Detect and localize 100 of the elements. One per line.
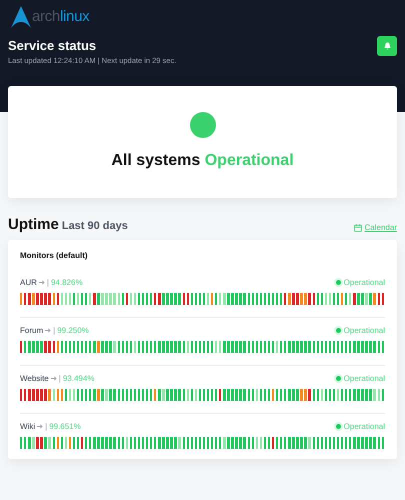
monitor-name[interactable]: Forum [20,326,44,335]
arrow-icon [45,328,52,333]
uptime-bar [284,341,286,353]
uptime-bar [89,389,92,401]
uptime-bar [122,341,124,353]
group-title: Monitors (default) [20,251,89,260]
uptime-bar [186,341,189,353]
uptime-bar [316,341,319,353]
uptime-bar [150,389,152,401]
arrow-icon [50,376,57,381]
uptime-bar [154,437,156,449]
monitor-status: Operational [344,278,385,287]
uptime-bar [382,437,384,449]
uptime-bar [382,341,384,353]
uptime-bar [248,389,250,401]
uptime-bar [56,389,59,401]
uptime-bar [122,389,124,401]
uptime-bar [219,293,222,305]
uptime-bar [280,293,282,305]
uptime-bar [85,389,88,401]
uptime-bar [252,293,254,305]
uptime-bar [252,341,254,353]
separator: | [58,374,61,383]
uptime-bar [89,341,92,353]
uptime-bar [345,293,348,305]
uptime-bar [219,389,222,401]
uptime-bar [24,293,26,305]
uptime-bar [248,437,250,449]
uptime-bar [52,389,55,401]
monitor-status: Operational [344,326,385,335]
uptime-bar [186,437,189,449]
separator: | [45,422,48,431]
uptime-bar [345,389,348,401]
uptime-bar [280,437,282,449]
uptime-bar [312,437,315,449]
uptime-bar [122,437,124,449]
notification-button[interactable] [377,36,397,56]
uptime-bar [382,293,384,305]
uptime-bar [56,437,59,449]
uptime-bar [182,437,185,449]
status-dot-icon [336,280,341,285]
period-label: Last 90 days [62,220,128,232]
uptime-bar [312,389,315,401]
uptime-bar [150,437,152,449]
uptime-bar [349,389,352,401]
uptime-bar [52,293,55,305]
uptime-bar [186,293,189,305]
uptime-bar [280,389,282,401]
uptime-percentage: 99.651% [49,422,81,431]
uptime-bar [345,341,348,353]
uptime-bar [182,293,185,305]
uptime-bar [186,389,189,401]
uptime-bar [56,293,59,305]
uptime-bar [378,437,380,449]
uptime-bar [89,293,92,305]
uptime-bar [85,437,88,449]
uptime-percentage: 99.250% [57,326,89,335]
uptime-bar [280,341,282,353]
status-indicator-icon [190,112,216,138]
uptime-bar [378,389,380,401]
monitor-name[interactable]: Wiki [20,422,36,431]
uptime-bar [52,341,55,353]
bell-icon [384,42,390,50]
uptime-bar [154,341,156,353]
uptime-bar [252,389,254,401]
uptime-bar [56,341,59,353]
uptime-bar [316,437,319,449]
uptime-bar [118,437,120,449]
separator: | [46,278,49,287]
uptime-bar [182,389,185,401]
uptime-bar [118,389,120,401]
uptime-bar [316,293,319,305]
uptime-bar [284,437,286,449]
uptime-bar [349,293,352,305]
uptime-bar [118,293,120,305]
uptime-bar [349,341,352,353]
uptime-bar [219,437,222,449]
uptime-bar [20,389,22,401]
uptime-bar [85,293,88,305]
monitor-name[interactable]: Website [20,374,49,383]
uptime-bar [182,341,185,353]
uptime-bar [248,293,250,305]
uptime-bar [215,341,218,353]
uptime-bar [85,341,88,353]
uptime-bar [118,341,120,353]
uptime-percentage: 94.826% [50,278,83,287]
uptime-bar [24,437,26,449]
uptime-bar [24,341,26,353]
uptime-bar [378,293,380,305]
uptime-bar [284,389,286,401]
uptime-bar [248,341,250,353]
uptime-bar [312,341,315,353]
uptime-bar [345,437,348,449]
uptime-bar [154,293,156,305]
uptime-bar [24,389,26,401]
status-dot-icon [336,376,341,381]
arrow-icon [37,424,44,429]
monitor-name[interactable]: AUR [20,278,37,287]
uptime-bar [20,341,22,353]
logo-text: archlinux [32,9,90,27]
